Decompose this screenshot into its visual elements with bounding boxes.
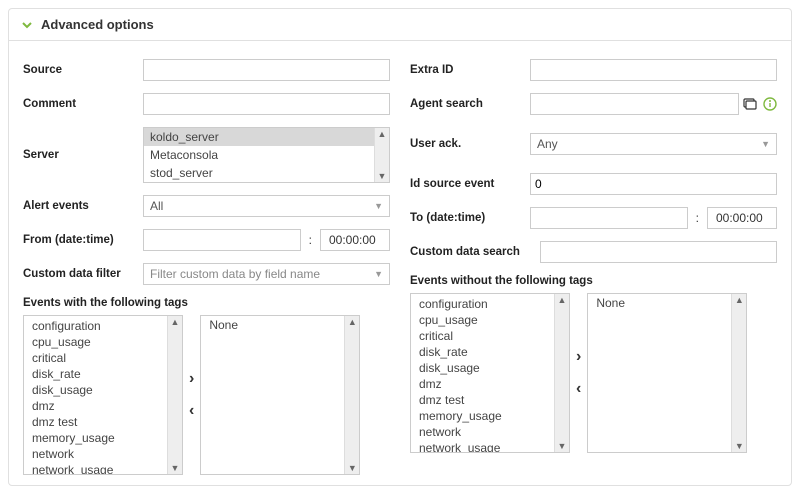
server-option[interactable]: koldo_server: [144, 128, 374, 146]
panel-body: Source Comment Server koldo_server Metac…: [9, 41, 791, 485]
tag-option[interactable]: configuration: [24, 318, 167, 334]
to-time-input[interactable]: 00:00:00: [707, 207, 777, 229]
tag-option[interactable]: disk_usage: [411, 360, 554, 376]
server-option[interactable]: stod_server: [144, 164, 374, 182]
from-time-input[interactable]: 00:00:00: [320, 229, 390, 251]
scrollbar[interactable]: ▲▼: [167, 316, 182, 474]
scrollbar[interactable]: ▲▼: [344, 316, 359, 474]
tag-option[interactable]: critical: [411, 328, 554, 344]
tags-without-picker: configuration cpu_usage critical disk_ra…: [410, 293, 777, 453]
add-tag-button[interactable]: ›: [189, 370, 194, 388]
to-label: To (date:time): [410, 212, 530, 224]
agent-search-input[interactable]: [530, 93, 739, 115]
user-ack-label: User ack.: [410, 138, 530, 150]
extra-id-label: Extra ID: [410, 64, 530, 76]
chevron-down-icon: [21, 19, 33, 31]
server-icon[interactable]: [743, 98, 757, 110]
custom-filter-label: Custom data filter: [23, 268, 143, 280]
events-without-tags-label: Events without the following tags: [410, 275, 777, 287]
to-date-input[interactable]: [530, 207, 688, 229]
tag-option[interactable]: dmz: [411, 376, 554, 392]
left-column: Source Comment Server koldo_server Metac…: [23, 59, 390, 475]
available-tags-listbox[interactable]: configuration cpu_usage critical disk_ra…: [410, 293, 570, 453]
agent-search-label: Agent search: [410, 98, 530, 110]
source-input[interactable]: [143, 59, 390, 81]
tag-option[interactable]: network: [411, 424, 554, 440]
remove-tag-button[interactable]: ‹: [576, 380, 581, 398]
extra-id-input[interactable]: [530, 59, 777, 81]
add-tag-button[interactable]: ›: [576, 348, 581, 366]
tag-option[interactable]: critical: [24, 350, 167, 366]
available-tags-listbox[interactable]: configuration cpu_usage critical disk_ra…: [23, 315, 183, 475]
panel-title: Advanced options: [41, 17, 154, 32]
selected-tags-listbox[interactable]: None ▲▼: [200, 315, 360, 475]
advanced-options-panel: Advanced options Source Comment Server: [8, 8, 792, 486]
tag-option[interactable]: memory_usage: [24, 430, 167, 446]
tags-with-picker: configuration cpu_usage critical disk_ra…: [23, 315, 390, 475]
tag-option[interactable]: cpu_usage: [411, 312, 554, 328]
panel-header[interactable]: Advanced options: [9, 9, 791, 41]
remove-tag-button[interactable]: ‹: [189, 402, 194, 420]
tag-option[interactable]: memory_usage: [411, 408, 554, 424]
user-ack-select[interactable]: Any ▼: [530, 133, 777, 155]
scroll-down-icon[interactable]: ▼: [558, 440, 567, 452]
alert-events-label: Alert events: [23, 200, 143, 212]
scroll-down-icon[interactable]: ▼: [348, 462, 357, 474]
right-column: Extra ID Agent search: [410, 59, 777, 475]
info-icon[interactable]: [763, 97, 777, 111]
tag-option[interactable]: network: [24, 446, 167, 462]
caret-down-icon: ▼: [374, 269, 383, 279]
comment-label: Comment: [23, 98, 143, 110]
comment-input[interactable]: [143, 93, 390, 115]
tag-option[interactable]: disk_rate: [24, 366, 167, 382]
tag-option[interactable]: dmz test: [24, 414, 167, 430]
id-source-event-input[interactable]: [530, 173, 777, 195]
tag-option[interactable]: disk_usage: [24, 382, 167, 398]
scroll-up-icon[interactable]: ▲: [558, 294, 567, 306]
tag-option[interactable]: network_usage: [411, 440, 554, 452]
from-label: From (date:time): [23, 234, 143, 246]
caret-down-icon: ▼: [761, 139, 770, 149]
tag-option[interactable]: cpu_usage: [24, 334, 167, 350]
events-with-tags-label: Events with the following tags: [23, 297, 390, 309]
scrollbar[interactable]: ▲▼: [554, 294, 569, 452]
scrollbar[interactable]: ▲▼: [374, 128, 389, 182]
server-listbox[interactable]: koldo_server Metaconsola stod_server ▲▼: [143, 127, 390, 183]
tag-option[interactable]: dmz: [24, 398, 167, 414]
scroll-down-icon[interactable]: ▼: [378, 170, 387, 182]
tag-option[interactable]: dmz test: [411, 392, 554, 408]
custom-search-label: Custom data search: [410, 246, 540, 258]
scroll-down-icon[interactable]: ▼: [171, 462, 180, 474]
scroll-up-icon[interactable]: ▲: [378, 128, 387, 140]
scroll-up-icon[interactable]: ▲: [171, 316, 180, 328]
from-date-input[interactable]: [143, 229, 301, 251]
scrollbar[interactable]: ▲▼: [731, 294, 746, 452]
server-option[interactable]: Metaconsola: [144, 146, 374, 164]
id-source-event-label: Id source event: [410, 178, 530, 190]
tag-option[interactable]: network_usage: [24, 462, 167, 474]
scroll-down-icon[interactable]: ▼: [735, 440, 744, 452]
scroll-up-icon[interactable]: ▲: [348, 316, 357, 328]
none-option[interactable]: None: [209, 318, 336, 332]
custom-search-input[interactable]: [540, 241, 777, 263]
tag-option[interactable]: configuration: [411, 296, 554, 312]
server-label: Server: [23, 149, 143, 161]
custom-filter-select[interactable]: Filter custom data by field name ▼: [143, 263, 390, 285]
alert-events-select[interactable]: All ▼: [143, 195, 390, 217]
selected-tags-listbox[interactable]: None ▲▼: [587, 293, 747, 453]
none-option[interactable]: None: [596, 296, 723, 310]
tag-option[interactable]: disk_rate: [411, 344, 554, 360]
source-label: Source: [23, 64, 143, 76]
caret-down-icon: ▼: [374, 201, 383, 211]
scroll-up-icon[interactable]: ▲: [735, 294, 744, 306]
